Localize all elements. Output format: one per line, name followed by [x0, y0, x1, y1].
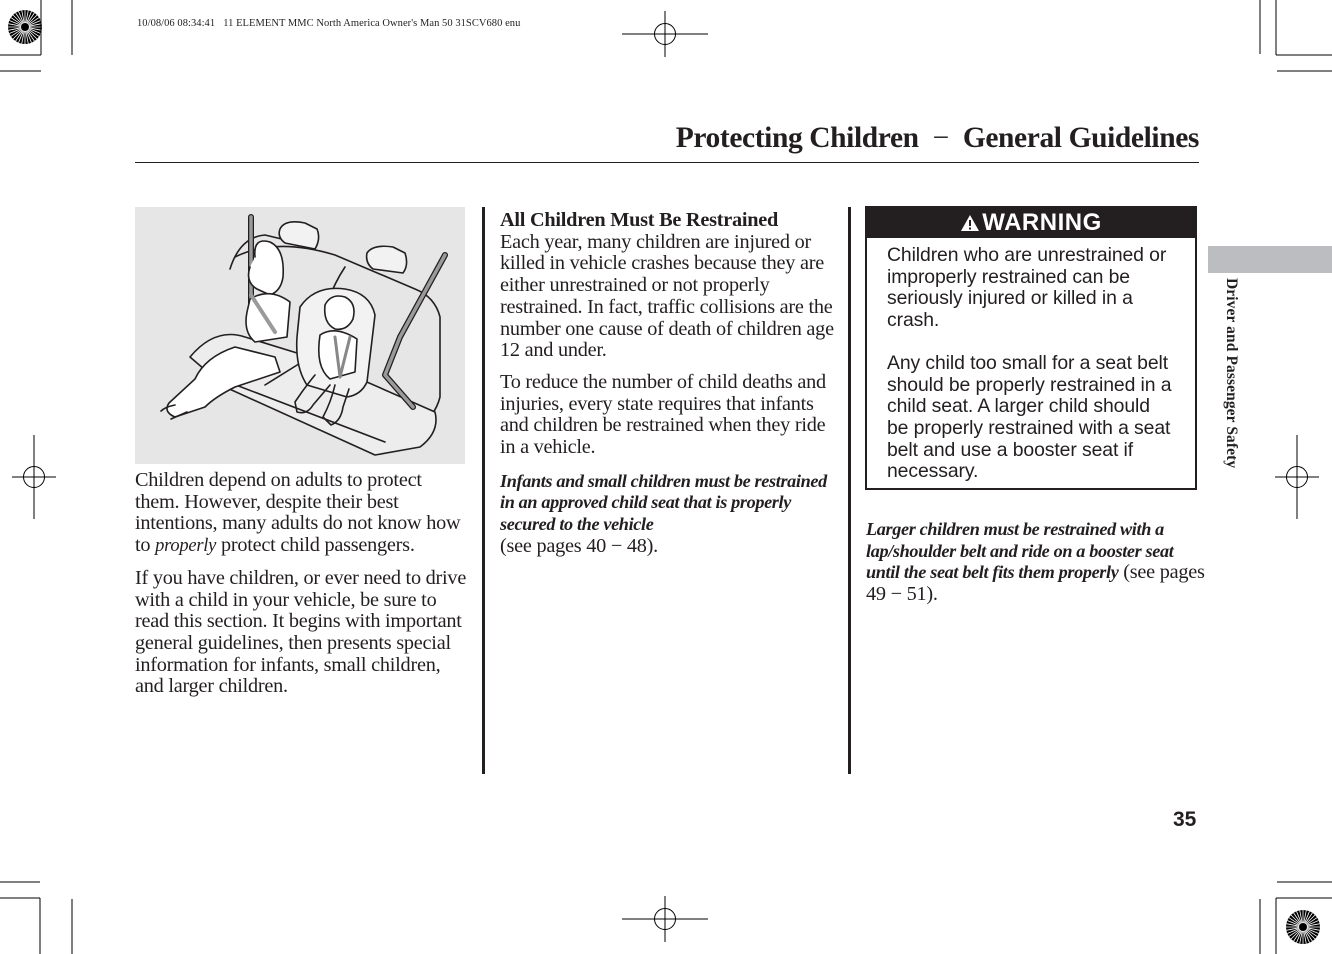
registration-crosshair-icon [1274, 434, 1320, 520]
warning-header: WARNING [867, 208, 1195, 238]
title-separator: − [932, 122, 950, 154]
title-main: Protecting Children [675, 122, 919, 154]
warning-box: WARNING Children who are unrestrained or… [865, 206, 1197, 490]
section-tab-label: Driver and Passenger Safety [1223, 278, 1240, 469]
statistics-paragraph: Each year, many children are injured or … [500, 230, 834, 362]
section-tab-marker [1208, 246, 1332, 273]
warning-text: Any child too small for a seat belt shou… [887, 351, 1172, 483]
intro-column: Children depend on adults to protect the… [135, 469, 470, 708]
larger-children-guideline: Larger children must be restrained with … [866, 519, 1206, 606]
intro-text-end: protect child passengers. [216, 534, 415, 557]
page-number: 35 [1173, 808, 1197, 831]
registration-starburst-icon [7, 9, 43, 45]
state-law-paragraph: To reduce the number of child deaths and… [500, 370, 826, 459]
registration-starburst-icon [1285, 909, 1321, 945]
registration-crosshair-icon [621, 895, 709, 943]
intro-paragraph: Children depend on adults to protect the… [135, 469, 470, 558]
restraint-column: All Children Must Be Restrained Each yea… [500, 209, 840, 568]
larger-children-column: Larger children must be restrained with … [866, 519, 1206, 616]
registration-crosshair-icon [11, 434, 57, 520]
section-overview-paragraph: If you have children, or ever need to dr… [135, 566, 467, 698]
infant-guideline-paragraph: Infants and small children must be restr… [500, 471, 840, 558]
title-rule [135, 162, 1199, 163]
child-seat-illustration [135, 207, 465, 464]
registration-crosshair-icon [621, 10, 709, 58]
emphasis-properly: properly [155, 536, 217, 557]
column-divider [482, 207, 485, 774]
page-title: Protecting Children − General Guidelines [675, 122, 1200, 155]
warning-body: Children who are unrestrained or imprope… [867, 238, 1195, 483]
warning-triangle-icon [961, 215, 980, 231]
title-sub: General Guidelines [962, 122, 1200, 154]
rear-seat-children-drawing [160, 214, 448, 456]
column-divider [848, 207, 851, 774]
section-heading: All Children Must Be Restrained [500, 209, 779, 231]
infant-guideline-emphasis: Infants and small children must be restr… [500, 470, 827, 535]
warning-title: WARNING [982, 209, 1102, 236]
page-reference-link[interactable]: (see pages 40 − 48). [500, 535, 658, 557]
warning-text: Children who are unrestrained or imprope… [887, 244, 1167, 332]
